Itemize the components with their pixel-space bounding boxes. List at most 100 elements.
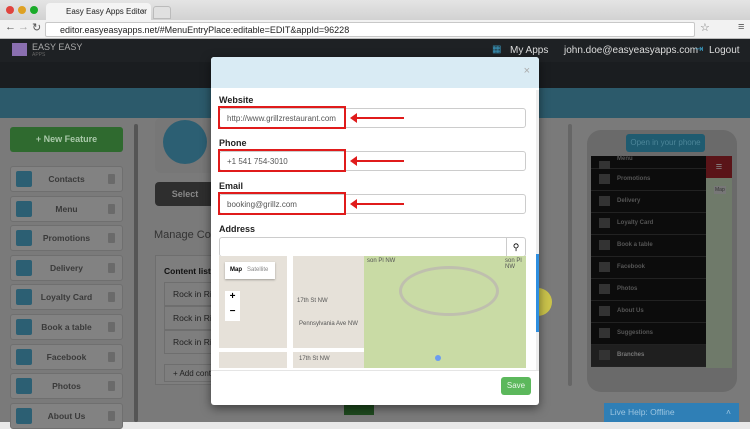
search-icon[interactable]: ⚲ xyxy=(506,237,526,257)
content-list-title: Content list xyxy=(164,266,211,276)
url-input[interactable]: editor.easyeasyapps.net/#MenuEntryPlace:… xyxy=(45,22,695,37)
trash-icon[interactable] xyxy=(108,351,115,362)
feature-icon xyxy=(16,289,32,306)
preview-map-button[interactable]: Map xyxy=(714,186,726,194)
hamburger-icon[interactable]: ≡ xyxy=(706,156,732,178)
preview-menu-item: Promotions xyxy=(591,169,706,191)
my-apps-link[interactable]: My Apps xyxy=(510,45,548,56)
content-scrollbar[interactable] xyxy=(568,124,572,386)
menu-item-icon xyxy=(599,262,610,272)
trash-icon[interactable] xyxy=(108,410,115,421)
chevron-up-icon: ˄ xyxy=(726,407,731,417)
sidebar-item-label: Loyalty Card xyxy=(40,292,93,303)
map-tab[interactable]: Map xyxy=(225,267,247,273)
minimize-window-button[interactable] xyxy=(18,6,26,14)
arrow-icon xyxy=(350,113,404,123)
forward-icon[interactable]: → xyxy=(18,21,29,33)
trash-icon[interactable] xyxy=(108,262,115,273)
close-window-button[interactable] xyxy=(6,6,14,14)
feature-icon xyxy=(16,230,32,247)
browser-tab-bar: Easy Easy Apps Editor × xyxy=(0,0,750,20)
content-list-panel: Content list Rock in Ri Rock in Ri Rock … xyxy=(155,255,224,385)
reload-icon[interactable]: ↻ xyxy=(32,21,41,34)
preview-menu-item: Photos xyxy=(591,279,706,301)
menu-item-icon xyxy=(599,196,610,206)
menu-item-icon xyxy=(599,218,610,228)
feature-icon xyxy=(16,348,32,365)
preview-menu-label: Facebook xyxy=(617,264,646,270)
browser-tab[interactable]: Easy Easy Apps Editor × xyxy=(46,3,151,20)
sidebar-item-label: About Us xyxy=(47,410,86,421)
maximize-window-button[interactable] xyxy=(30,6,38,14)
phone-highlight xyxy=(218,149,346,172)
arrow-icon xyxy=(350,156,404,166)
sidebar-scrollbar[interactable] xyxy=(134,124,138,422)
sidebar-item-loyalty-card[interactable]: Loyalty Card xyxy=(10,284,123,311)
email-label: Email xyxy=(219,181,244,191)
street-label: 17th St NW xyxy=(299,356,330,362)
address-map[interactable]: 17th St NW Pennsylvania Ave NW 17th St N… xyxy=(219,256,526,368)
sidebar-item-label: Photos xyxy=(52,381,81,392)
menu-icon[interactable]: ≡ xyxy=(738,21,744,33)
sidebar-item-delivery[interactable]: Delivery xyxy=(10,254,123,281)
logout-link[interactable]: Logout xyxy=(709,45,740,56)
trash-icon[interactable] xyxy=(108,322,115,332)
preview-menu-item: Loyalty Card xyxy=(591,213,706,235)
street xyxy=(219,348,364,352)
sidebar-item-label: Promotions xyxy=(42,233,91,244)
preview-menu-label: Delivery xyxy=(617,198,641,204)
preview-menu-label: Suggestions xyxy=(617,330,654,336)
feature-image xyxy=(155,118,215,173)
website-label: Website xyxy=(219,95,254,105)
sidebar-item-label: Delivery xyxy=(49,262,84,273)
address-label: Address xyxy=(219,224,256,234)
preview-menu-label: Menu xyxy=(617,156,633,162)
sidebar-item-facebook[interactable]: Facebook xyxy=(10,343,123,370)
bookmark-star-icon[interactable]: ☆ xyxy=(700,21,710,34)
manage-content-heading: Manage Co xyxy=(154,229,211,241)
user-email[interactable]: john.doe@easyeasyapps.com xyxy=(564,45,698,56)
save-feature-button[interactable] xyxy=(344,405,374,415)
open-in-phone-button[interactable]: Open in your phone xyxy=(626,134,705,152)
modal-scrollbar-thumb[interactable] xyxy=(536,254,539,332)
sidebar-item-book-a-table[interactable]: Book a table xyxy=(10,314,123,340)
close-tab-icon[interactable]: × xyxy=(140,7,145,16)
location-dot xyxy=(435,355,441,361)
sidebar-item-menu[interactable]: Menu xyxy=(10,195,123,222)
preview-menu-label: Branches xyxy=(617,352,645,358)
feature-icon xyxy=(16,171,32,187)
trash-icon[interactable] xyxy=(108,233,115,244)
preview-menu-item: Delivery xyxy=(591,191,706,213)
street-label: son Pl NW xyxy=(505,258,522,270)
live-help-bar[interactable]: Live Help: Offline ˄ xyxy=(604,403,739,422)
trash-icon[interactable] xyxy=(108,174,115,184)
sidebar-item-contacts[interactable]: Contacts xyxy=(10,166,123,192)
save-button[interactable]: Save xyxy=(501,377,531,395)
trash-icon[interactable] xyxy=(108,203,115,214)
menu-item-icon xyxy=(599,240,610,250)
back-icon[interactable]: ← xyxy=(5,21,16,33)
grid-icon: ▦ xyxy=(492,44,502,55)
modal-footer-divider xyxy=(211,370,539,371)
close-modal-button[interactable]: × xyxy=(524,65,530,77)
menu-item-icon xyxy=(599,284,610,294)
feature-icon xyxy=(16,407,32,424)
sidebar-item-promotions[interactable]: Promotions xyxy=(10,225,123,252)
preview-menu-item: Facebook xyxy=(591,257,706,279)
globe-icon xyxy=(163,120,207,164)
preview-menu-label: About Us xyxy=(617,308,644,314)
sidebar-item-about-us[interactable]: About Us xyxy=(10,402,123,429)
satellite-tab[interactable]: Satellite xyxy=(247,267,268,273)
zoom-in-button[interactable]: + xyxy=(225,291,240,306)
new-feature-button[interactable]: + New Feature xyxy=(10,127,123,152)
address-input[interactable] xyxy=(219,237,507,257)
select-button[interactable]: Select xyxy=(155,182,215,206)
feature-icon xyxy=(16,378,32,395)
sidebar-item-photos[interactable]: Photos xyxy=(10,373,123,400)
trash-icon[interactable] xyxy=(108,381,115,392)
zoom-out-button[interactable]: − xyxy=(225,306,240,321)
preview-menu-label: Photos xyxy=(617,286,638,292)
new-tab-button[interactable] xyxy=(153,6,171,19)
trash-icon[interactable] xyxy=(108,292,115,303)
menu-item-icon xyxy=(599,174,610,184)
